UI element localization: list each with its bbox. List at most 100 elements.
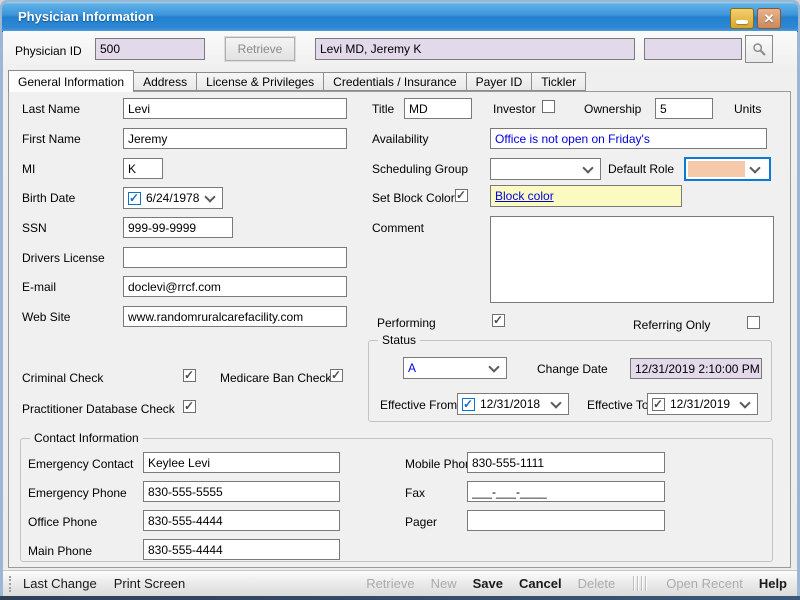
mi-label: MI: [22, 162, 35, 176]
medicare-ban-check-label: Medicare Ban Check: [220, 371, 331, 385]
default-role-select[interactable]: [684, 157, 771, 181]
practitioner-db-check-checkbox[interactable]: [183, 400, 196, 413]
retrieve-button[interactable]: Retrieve: [225, 37, 295, 61]
tab-payer-id[interactable]: Payer ID: [466, 72, 533, 91]
retrieve-toolbar-button[interactable]: Retrieve: [366, 576, 414, 591]
status-group-label: Status: [378, 334, 420, 347]
emergency-contact-input[interactable]: [143, 452, 340, 473]
fax-input[interactable]: [467, 481, 665, 502]
effective-to-checkbox[interactable]: [652, 398, 665, 411]
toolbar-separator: [633, 576, 648, 591]
chevron-down-icon[interactable]: [749, 162, 760, 173]
open-recent-button[interactable]: Open Recent: [666, 576, 743, 591]
chevron-down-icon[interactable]: [739, 397, 750, 408]
close-button[interactable]: ✕: [757, 8, 781, 29]
search-button[interactable]: [745, 35, 773, 63]
effective-from-picker[interactable]: 12/31/2018: [457, 393, 569, 415]
last-change-button[interactable]: Last Change: [23, 576, 97, 591]
chevron-down-icon[interactable]: [488, 361, 499, 372]
birth-date-value: 6/24/1978: [146, 189, 199, 207]
main-phone-input[interactable]: [143, 539, 340, 560]
default-role-color-swatch: [688, 161, 745, 177]
title-input[interactable]: [404, 98, 472, 119]
last-name-label: Last Name: [22, 102, 80, 116]
set-block-color-checkbox[interactable]: [455, 189, 468, 202]
web-site-label: Web Site: [22, 310, 70, 324]
effective-from-value: 12/31/2018: [480, 395, 540, 413]
first-name-label: First Name: [22, 132, 81, 146]
performing-label: Performing: [377, 316, 436, 330]
scheduling-group-label: Scheduling Group: [372, 162, 468, 176]
change-date-label: Change Date: [537, 362, 608, 376]
birth-date-checkbox[interactable]: [128, 192, 141, 205]
mobile-phone-input[interactable]: [467, 452, 665, 473]
drivers-license-input[interactable]: [123, 247, 347, 268]
criminal-check-checkbox[interactable]: [183, 369, 196, 382]
tab-general-information[interactable]: General Information: [8, 70, 134, 92]
investor-checkbox[interactable]: [542, 100, 555, 113]
last-name-input[interactable]: [123, 98, 347, 119]
status-select[interactable]: A: [403, 357, 507, 379]
chevron-down-icon[interactable]: [582, 162, 593, 173]
emergency-contact-label: Emergency Contact: [28, 457, 133, 471]
minimize-icon: [736, 20, 748, 24]
tab-address[interactable]: Address: [133, 72, 197, 91]
medicare-ban-check-checkbox[interactable]: [330, 369, 343, 382]
block-color-link[interactable]: Block color: [495, 189, 554, 203]
pager-input[interactable]: [467, 510, 665, 531]
main-phone-label: Main Phone: [28, 544, 92, 558]
birth-date-picker[interactable]: 6/24/1978: [123, 187, 223, 209]
bottom-toolbar: Last Change Print Screen Retrieve New Sa…: [3, 570, 797, 596]
tab-license-privileges[interactable]: License & Privileges: [196, 72, 324, 91]
effective-to-picker[interactable]: 12/31/2019: [647, 393, 758, 415]
minimize-button[interactable]: [730, 8, 754, 29]
close-icon: ✕: [764, 11, 775, 27]
physician-information-window: Physician Information ✕ Physician ID 500…: [0, 0, 800, 600]
new-button[interactable]: New: [431, 576, 457, 591]
first-name-input[interactable]: [123, 128, 347, 149]
pager-label: Pager: [405, 515, 437, 529]
set-block-color-label: Set Block Color?: [372, 191, 461, 205]
help-button[interactable]: Help: [759, 576, 787, 591]
ssn-input[interactable]: [123, 217, 233, 238]
ownership-input[interactable]: [655, 98, 713, 119]
emergency-phone-input[interactable]: [143, 481, 340, 502]
quick-search-field[interactable]: [644, 38, 742, 60]
window-bottom-border: [0, 596, 800, 600]
mi-input[interactable]: [123, 158, 163, 179]
title-label: Title: [372, 102, 394, 116]
status-value: A: [408, 359, 416, 377]
chevron-down-icon[interactable]: [550, 397, 561, 408]
email-input[interactable]: [123, 276, 347, 297]
emergency-phone-label: Emergency Phone: [28, 486, 127, 500]
delete-button[interactable]: Delete: [578, 576, 616, 591]
ssn-label: SSN: [22, 221, 47, 235]
save-button[interactable]: Save: [473, 576, 503, 591]
birth-date-label: Birth Date: [22, 191, 75, 205]
availability-input[interactable]: [490, 128, 767, 149]
office-phone-label: Office Phone: [28, 515, 97, 529]
contact-information-label: Contact Information: [30, 432, 143, 445]
office-phone-input[interactable]: [143, 510, 340, 531]
performing-checkbox[interactable]: [492, 314, 505, 327]
scheduling-group-select[interactable]: [490, 158, 601, 180]
print-screen-button[interactable]: Print Screen: [114, 576, 186, 591]
web-site-input[interactable]: [123, 306, 347, 327]
title-bar: Physician Information ✕: [2, 2, 798, 32]
drivers-license-label: Drivers License: [22, 251, 105, 265]
units-label: Units: [734, 102, 761, 116]
effective-from-checkbox[interactable]: [462, 398, 475, 411]
change-date-field: 12/31/2019 2:10:00 PM: [630, 358, 762, 379]
tab-credentials-insurance[interactable]: Credentials / Insurance: [323, 72, 466, 91]
comment-textarea[interactable]: [490, 216, 774, 303]
physician-name-field: Levi MD, Jeremy K: [315, 38, 635, 60]
chevron-down-icon[interactable]: [204, 191, 215, 202]
tab-tickler[interactable]: Tickler: [531, 72, 586, 91]
comment-label: Comment: [372, 221, 424, 235]
block-color-field: Block color: [490, 185, 682, 207]
physician-id-field[interactable]: 500: [95, 38, 205, 60]
toolbar-grip: [9, 576, 14, 592]
referring-only-checkbox[interactable]: [747, 316, 760, 329]
effective-from-label: Effective From: [380, 398, 457, 412]
cancel-button[interactable]: Cancel: [519, 576, 562, 591]
